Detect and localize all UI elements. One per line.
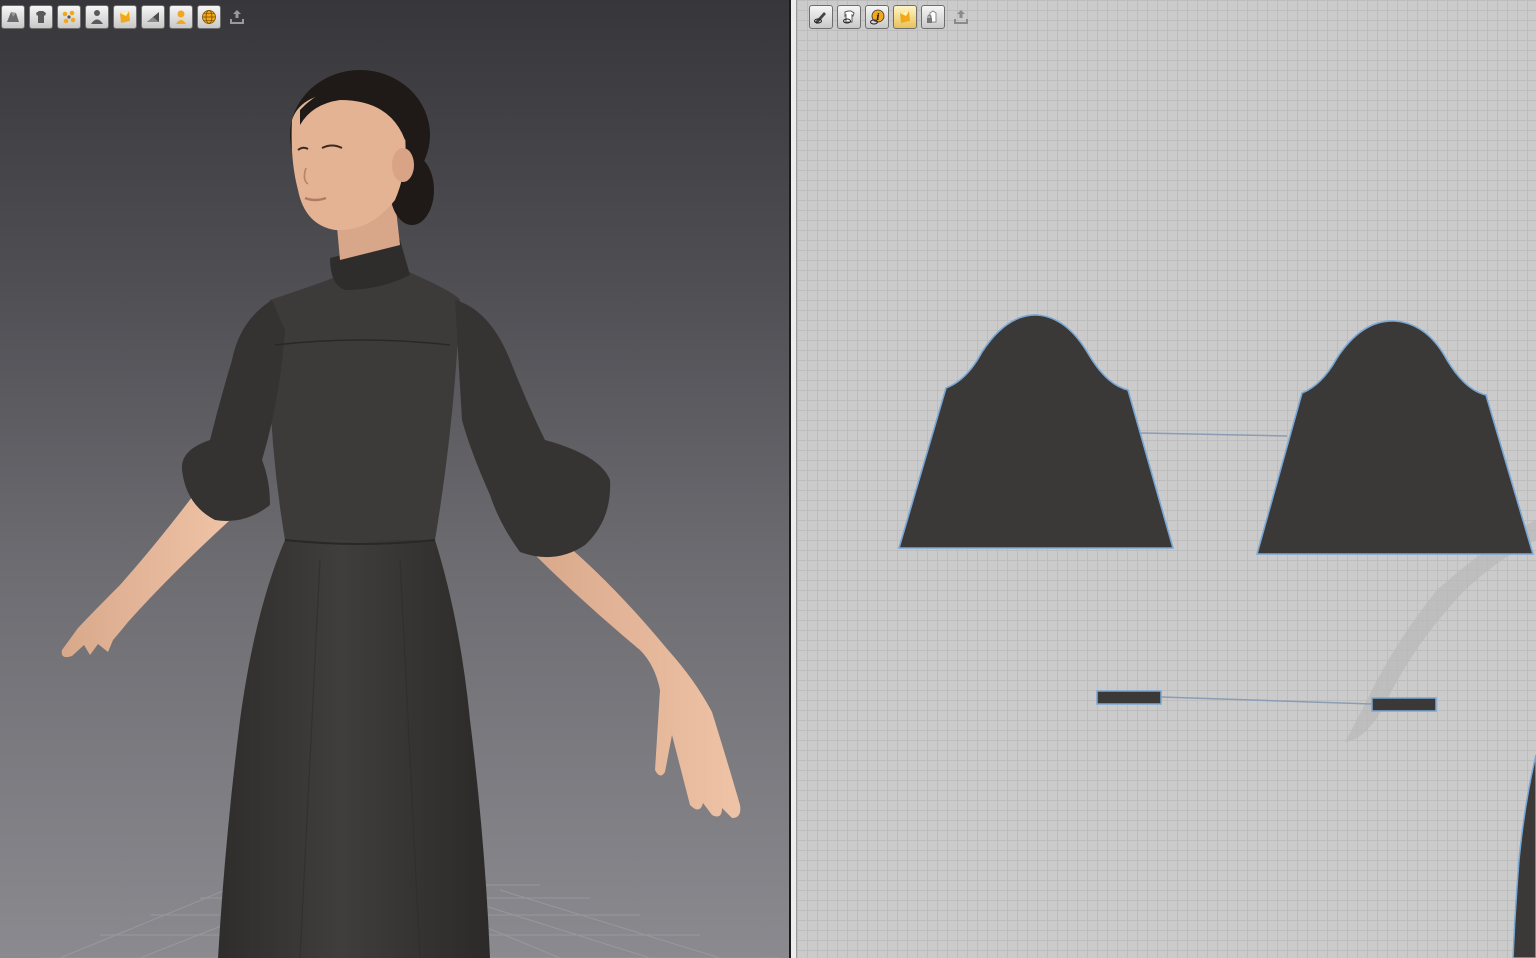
arrangement-points-icon — [60, 8, 78, 26]
texture-2d-tool-button[interactable] — [893, 5, 917, 29]
garment-tool-button[interactable] — [29, 5, 53, 29]
cuff-pattern-right[interactable] — [1371, 697, 1437, 712]
show-pattern-tool-button[interactable] — [809, 5, 833, 29]
export-icon — [228, 8, 246, 26]
arrangement-points-tool-button[interactable] — [57, 5, 81, 29]
avatar-skin-tool-button[interactable] — [169, 5, 193, 29]
show-pattern-icon — [812, 8, 830, 26]
svg-text:i: i — [876, 13, 880, 23]
lock-pattern-tool-button[interactable] — [921, 5, 945, 29]
pattern-view-tool-button[interactable] — [837, 5, 861, 29]
export-2d-icon — [952, 8, 970, 26]
garment-icon — [32, 8, 50, 26]
pattern-piece-edge[interactable] — [1512, 754, 1536, 958]
globe-icon — [200, 8, 218, 26]
avatar-display-icon — [88, 8, 106, 26]
surface-icon — [144, 8, 162, 26]
2d-pattern-viewport[interactable]: i — [797, 0, 1536, 958]
sewing-line-cuffs[interactable] — [1160, 696, 1373, 705]
info-tool-button[interactable]: i — [865, 5, 889, 29]
info-icon: i — [868, 8, 886, 26]
2d-toolbar: i — [809, 5, 973, 29]
avatar-dress — [181, 240, 611, 958]
surface-tool-button[interactable] — [141, 5, 165, 29]
avatar-head — [290, 70, 434, 231]
texture-2d-icon — [896, 8, 914, 26]
avatar-skin-icon — [172, 8, 190, 26]
sleeve-pattern-left[interactable] — [897, 314, 1175, 549]
3d-toolbar — [1, 5, 249, 29]
cuff-pattern-left[interactable] — [1096, 690, 1162, 705]
export-tool-button[interactable] — [225, 5, 249, 29]
avatar-right-arm — [530, 535, 741, 818]
3d-scene — [40, 70, 780, 958]
pattern-canvas — [897, 314, 1536, 958]
texture-icon — [116, 8, 134, 26]
export-2d-tool-button[interactable] — [949, 5, 973, 29]
3d-viewport[interactable] — [0, 0, 789, 958]
avatar-cloth-icon — [4, 8, 22, 26]
globe-tool-button[interactable] — [197, 5, 221, 29]
pattern-view-icon — [840, 8, 858, 26]
sewing-line-sleeves[interactable] — [1139, 432, 1288, 437]
lock-pattern-icon — [924, 8, 942, 26]
texture-tool-button[interactable] — [113, 5, 137, 29]
viewport-splitter[interactable] — [789, 0, 797, 958]
avatar-display-tool-button[interactable] — [85, 5, 109, 29]
sleeve-pattern-right[interactable] — [1255, 320, 1535, 555]
avatar-cloth-tool-button[interactable] — [1, 5, 25, 29]
